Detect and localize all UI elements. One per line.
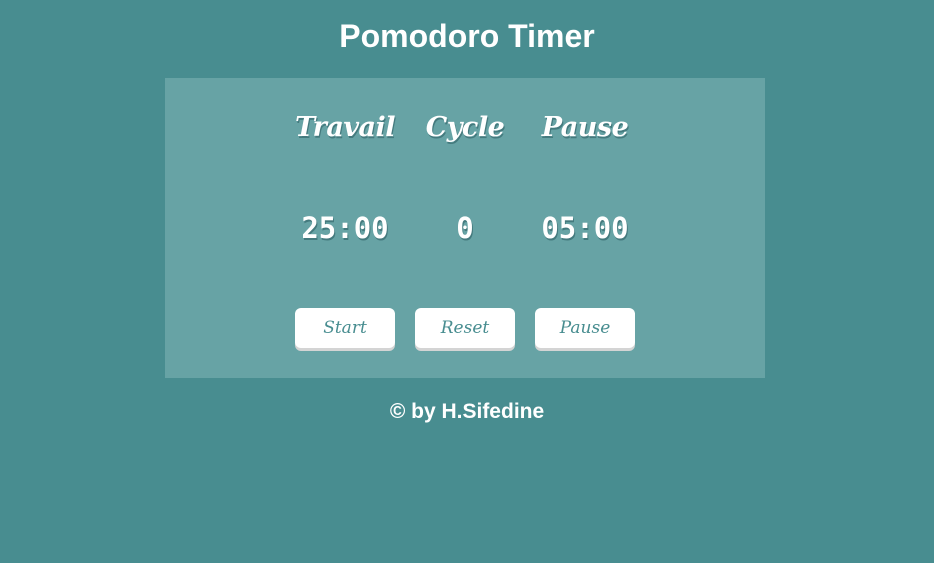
start-button[interactable]: Start — [295, 308, 395, 348]
page-title: Pomodoro Timer — [339, 18, 595, 54]
work-time-value: 25:00 — [301, 211, 389, 245]
pause-button[interactable]: Pause — [535, 308, 635, 348]
work-label: Travail — [294, 112, 396, 143]
break-label: Pause — [541, 112, 629, 143]
cycle-label: Cycle — [425, 112, 505, 143]
timer-panel: Travail 25:00 Cycle 0 Pause 05:00 Start … — [165, 78, 765, 378]
break-time-value: 05:00 — [541, 211, 629, 245]
cycle-count-value: 0 — [456, 211, 474, 245]
reset-button[interactable]: Reset — [415, 308, 515, 348]
footer-credit: © by H.Sifedine — [389, 400, 545, 423]
